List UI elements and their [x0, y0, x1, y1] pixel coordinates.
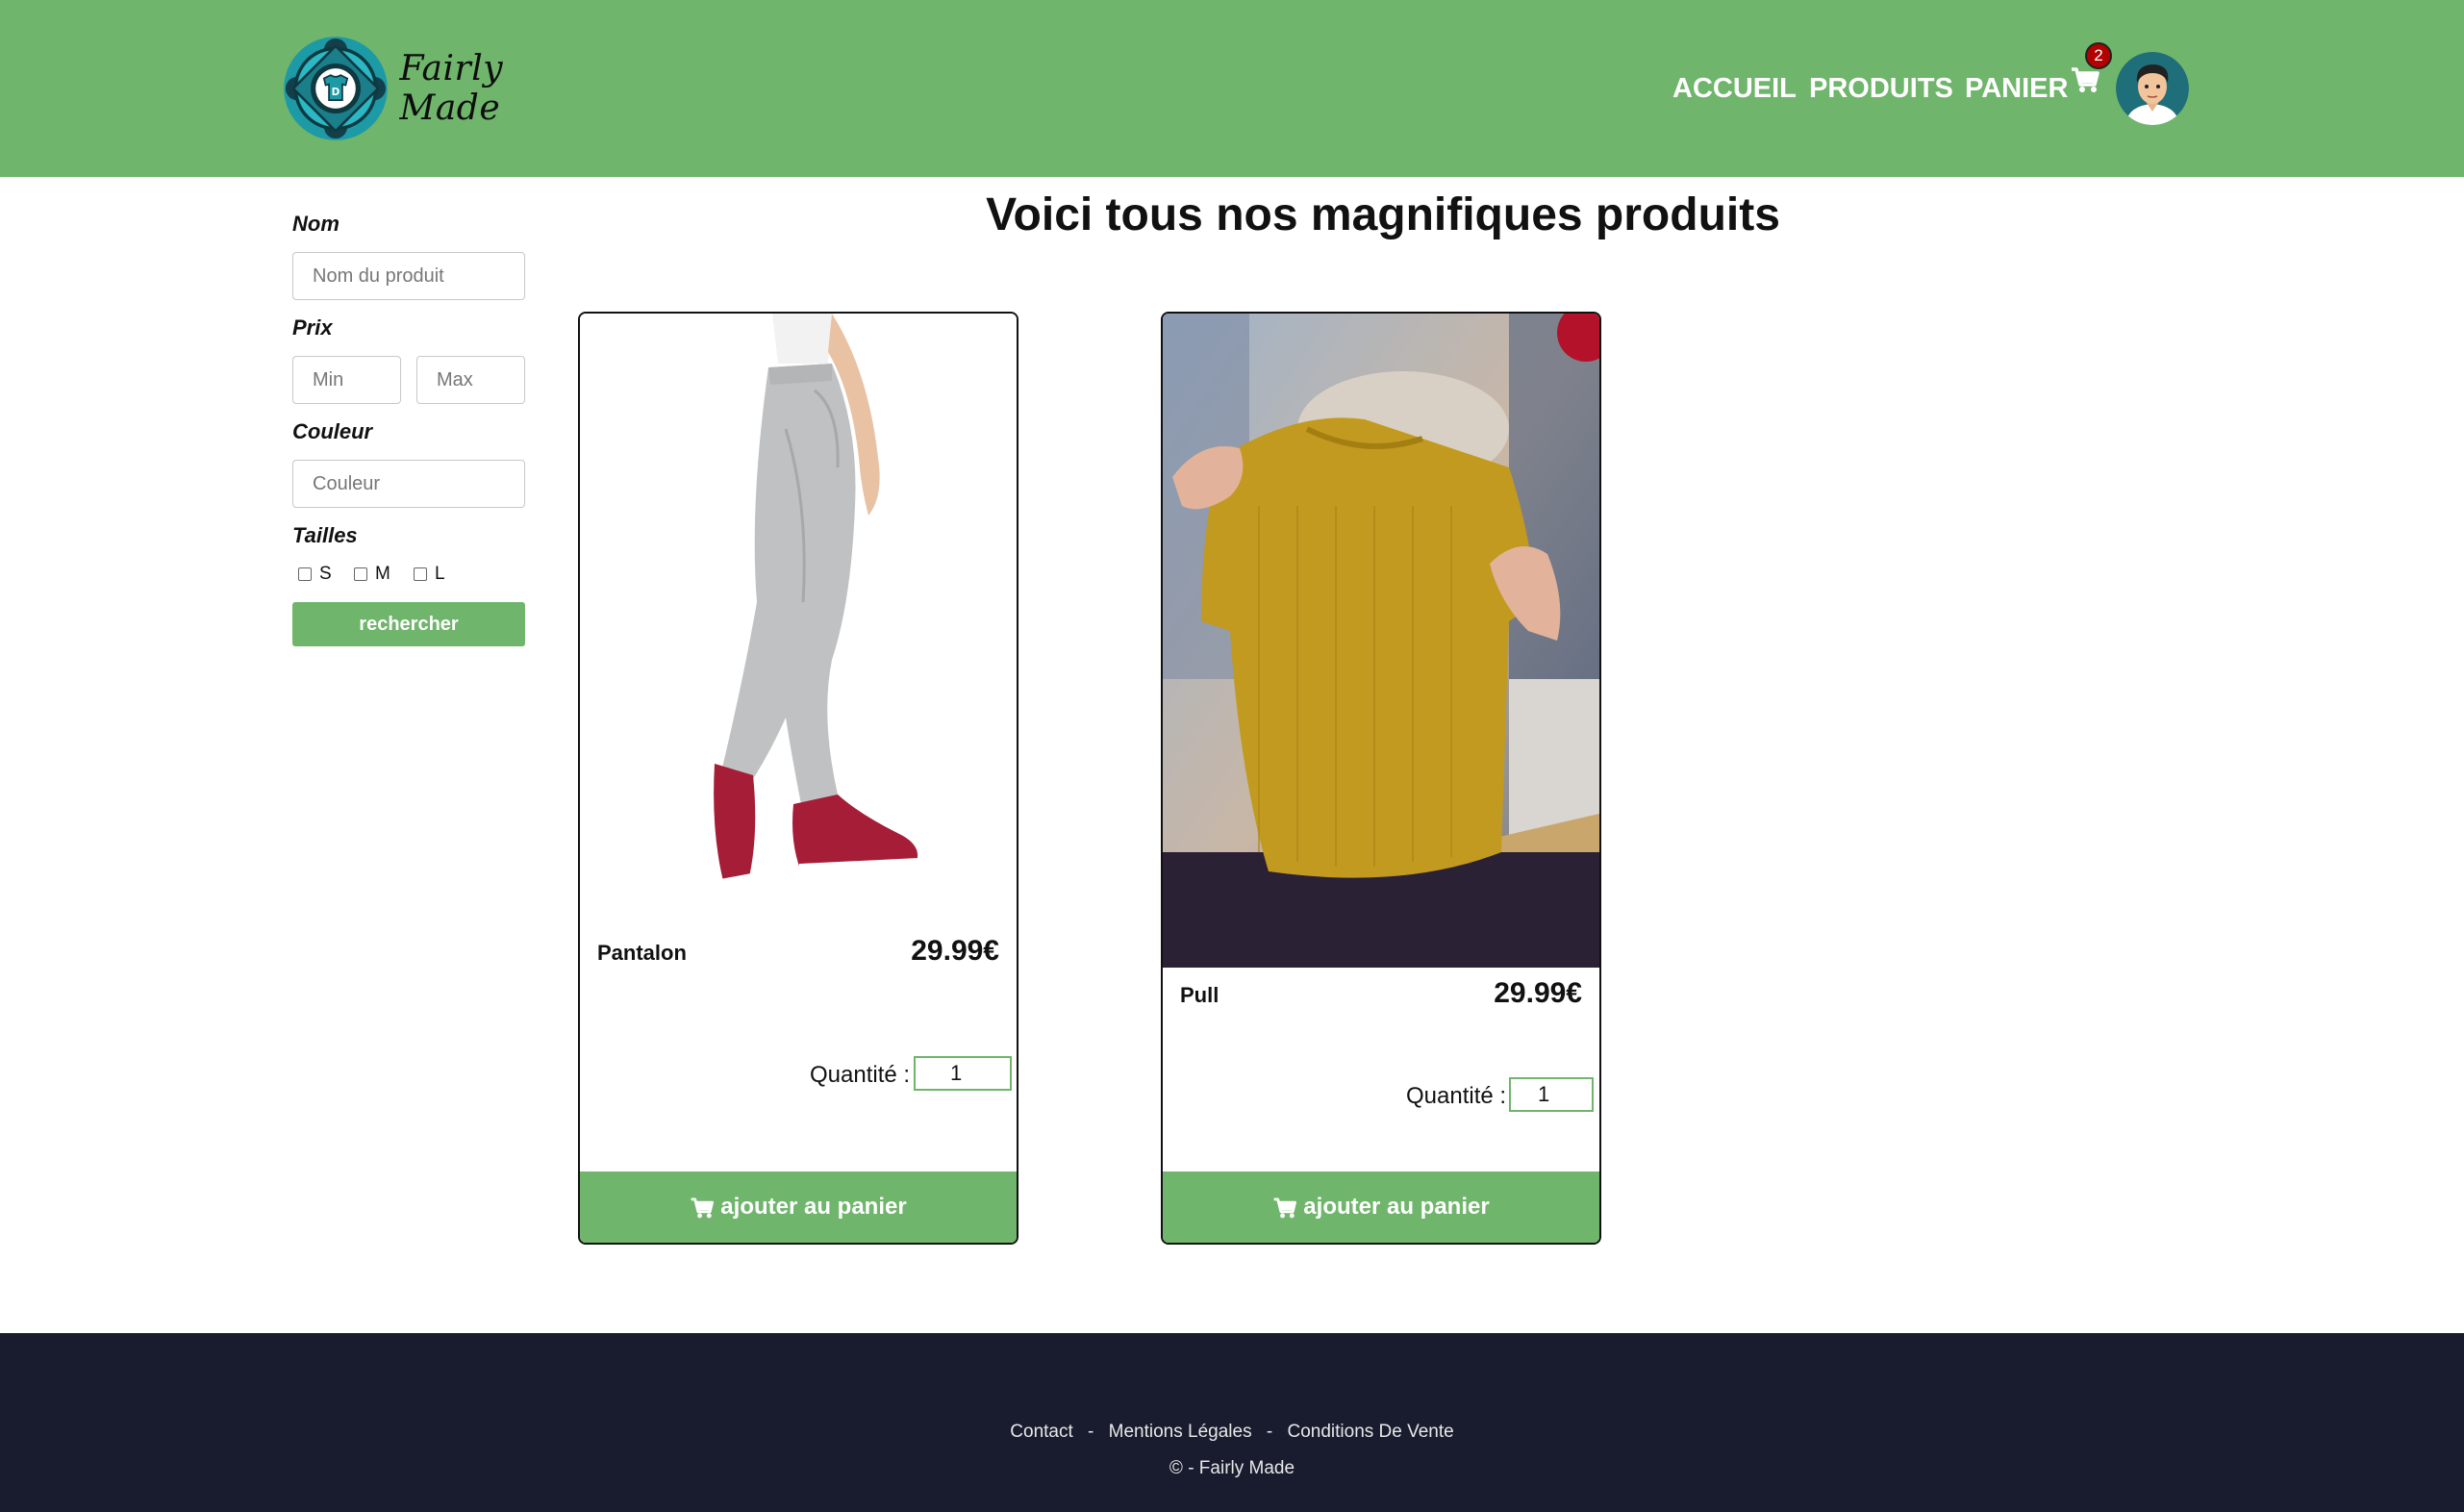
quantity-label: Quantité : — [1406, 1083, 1507, 1109]
user-avatar[interactable] — [2116, 52, 2189, 125]
logo-icon: D — [284, 37, 388, 140]
product-price: 29.99€ — [1494, 977, 1582, 1009]
footer-separator: - — [1266, 1422, 1273, 1442]
nav-produits[interactable]: PRODUITS — [1809, 73, 1953, 105]
filter-price-label: Prix — [292, 315, 333, 340]
price-max-input[interactable] — [416, 356, 525, 404]
size-label: L — [435, 564, 445, 584]
size-checkbox-m[interactable]: M — [354, 564, 390, 585]
site-header: D Fairly Made ACCUEIL PRODUITS PANIER 2 — [0, 0, 2464, 177]
filter-sizes-label: Tailles — [292, 523, 358, 547]
quantity-input[interactable] — [1509, 1077, 1594, 1112]
footer-link-contact[interactable]: Contact — [1010, 1422, 1072, 1442]
filter-name-label: Nom — [292, 212, 339, 236]
footer-copyright: © - Fairly Made — [1169, 1458, 1295, 1478]
page-title: Voici tous nos magnifiques produits — [986, 189, 1780, 240]
filter-color-label: Couleur — [292, 419, 373, 443]
add-to-cart-label: ajouter au panier — [720, 1194, 907, 1220]
svg-text:D: D — [332, 87, 340, 98]
checkbox[interactable] — [354, 567, 367, 581]
product-name[interactable]: Pull — [1180, 983, 1219, 1008]
price-min-input[interactable] — [292, 356, 401, 404]
footer-link-mentions-legales[interactable]: Mentions Légales — [1109, 1422, 1252, 1442]
size-checkbox-s[interactable]: S — [298, 564, 332, 585]
checkbox[interactable] — [298, 567, 312, 581]
cart-count-badge: 2 — [2085, 42, 2112, 69]
search-button[interactable]: rechercher — [292, 602, 525, 646]
product-name[interactable]: Pantalon — [597, 941, 687, 966]
product-image-pull[interactable] — [1163, 314, 1599, 968]
product-card-pull: Pull 29.99€ Quantité : ajouter au panier — [1161, 312, 1601, 1245]
add-to-cart-button[interactable]: ajouter au panier — [1163, 1172, 1599, 1243]
product-card-pantalon: Pantalon 29.99€ Quantité : ajouter au pa… — [578, 312, 1018, 1245]
size-label: S — [319, 564, 332, 584]
footer-links: Contact - Mentions Légales - Conditions … — [0, 1422, 2464, 1443]
add-to-cart-button[interactable]: ajouter au panier — [580, 1172, 1017, 1243]
size-checkbox-l[interactable]: L — [414, 564, 445, 585]
footer-separator: - — [1088, 1422, 1094, 1442]
color-input[interactable] — [292, 460, 525, 508]
footer-link-conditions-de-vente[interactable]: Conditions De Vente — [1287, 1422, 1453, 1442]
product-image-pantalon[interactable] — [580, 314, 1017, 925]
product-price: 29.99€ — [911, 935, 999, 967]
size-label: M — [375, 564, 390, 584]
brand-logo[interactable]: D Fairly Made — [279, 23, 587, 154]
brand-name: Fairly Made — [399, 49, 504, 128]
checkbox[interactable] — [414, 567, 427, 581]
quantity-label: Quantité : — [810, 1062, 911, 1088]
cart-icon — [1273, 1197, 1297, 1219]
site-footer: Contact - Mentions Légales - Conditions … — [0, 1333, 2464, 1512]
add-to-cart-label: ajouter au panier — [1303, 1194, 1490, 1220]
cart-icon — [691, 1197, 715, 1219]
nav-accueil[interactable]: ACCUEIL — [1672, 73, 1797, 105]
quantity-input[interactable] — [914, 1056, 1012, 1091]
product-name-input[interactable] — [292, 252, 525, 300]
nav-panier[interactable]: PANIER — [1965, 73, 2068, 105]
